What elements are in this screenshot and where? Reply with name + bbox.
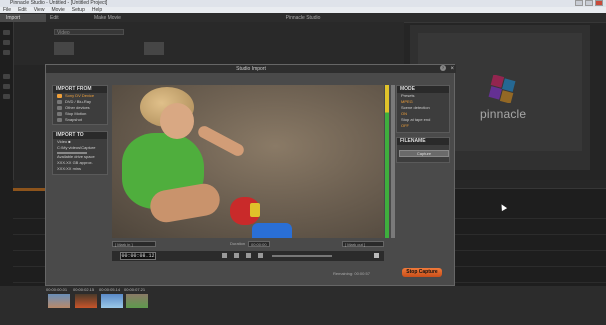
scene-time: 00:00:02.15 (73, 287, 95, 292)
window-title: Pinnacle Studio - Untitled - [Untitled P… (10, 0, 108, 6)
fast-forward-icon[interactable] (258, 253, 263, 258)
window-titlebar: Pinnacle Studio - Untitled - [Untitled P… (0, 0, 606, 7)
volume-icon[interactable] (374, 253, 379, 258)
scene-thumbnail[interactable] (48, 294, 70, 308)
duration-label: Duration (230, 241, 246, 246)
import-to-header: IMPORT TO (53, 132, 107, 139)
audio-level-meter (385, 85, 389, 238)
scene-thumbnail[interactable] (101, 294, 123, 308)
mode-tape-end-value[interactable]: OFF (397, 123, 449, 129)
captured-scenes-strip: 00:00:00.01 00:00:02.15 00:00:05.14 00:0… (0, 286, 606, 325)
duration-field[interactable]: 00:00:00 (248, 241, 270, 247)
import-source-item[interactable]: Snapshot (53, 117, 107, 123)
import-to-panel: IMPORT TO Video ■ C:\My videos\Capture A… (52, 131, 108, 175)
mode-panel: MODE Presets MPEG Scene detection ON Sto… (396, 85, 450, 133)
close-dialog-icon[interactable]: × (450, 65, 454, 73)
audio-level-slider[interactable] (391, 85, 395, 238)
import-from-header: IMPORT FROM (53, 86, 107, 93)
stop-motion-icon (57, 112, 62, 116)
mark-in-field[interactable]: [ Mark in ] (112, 241, 156, 247)
rewind-icon[interactable] (222, 253, 227, 258)
dialog-titlebar: Studio Import ? × (46, 65, 456, 73)
maximize-icon[interactable] (585, 0, 593, 6)
app-center-title: Pinnacle Studio (285, 15, 321, 21)
help-icon[interactable]: ? (440, 65, 446, 71)
scene-time: 00:00:05.14 (99, 287, 121, 292)
device-icon (57, 106, 62, 110)
minimize-icon[interactable] (575, 0, 583, 6)
capture-video (112, 85, 384, 238)
filename-header: FILENAME (397, 138, 449, 145)
close-window-icon[interactable] (595, 0, 603, 6)
filename-panel: FILENAME Capture (396, 137, 450, 163)
shuttle-slider[interactable] (272, 255, 332, 257)
camcorder-icon (57, 94, 62, 98)
import-from-panel: IMPORT FROM Sony DV Device DVD / Blu-Ray… (52, 85, 108, 125)
scene-time: 00:00:07.21 (124, 287, 146, 292)
stop-icon[interactable] (234, 253, 239, 258)
drive-space-value: XXX.XX GB approx. XXX:XX mins (57, 160, 93, 171)
remaining-time: Remaining: 00:00:57 (333, 271, 370, 276)
mark-out-field[interactable]: [ Mark out ] (342, 241, 384, 247)
disc-icon (57, 100, 62, 104)
dialog-title: Studio Import (236, 66, 266, 72)
timecode-display[interactable]: 00:00:08.12 (120, 252, 156, 260)
scene-thumbnail[interactable] (75, 294, 97, 308)
scene-time: 00:00:00.01 (46, 287, 68, 292)
play-icon[interactable] (246, 253, 251, 258)
stop-capture-button[interactable]: Stop Capture (402, 268, 442, 277)
scene-thumbnail[interactable] (126, 294, 148, 308)
transport-controls: 00:00:08.12 (112, 251, 384, 261)
mode-header: MODE (397, 86, 449, 93)
snapshot-icon (57, 118, 62, 122)
studio-import-dialog: Studio Import ? × IMPORT FROM Sony DV De… (45, 64, 456, 286)
capture-button[interactable]: Capture (399, 150, 449, 157)
